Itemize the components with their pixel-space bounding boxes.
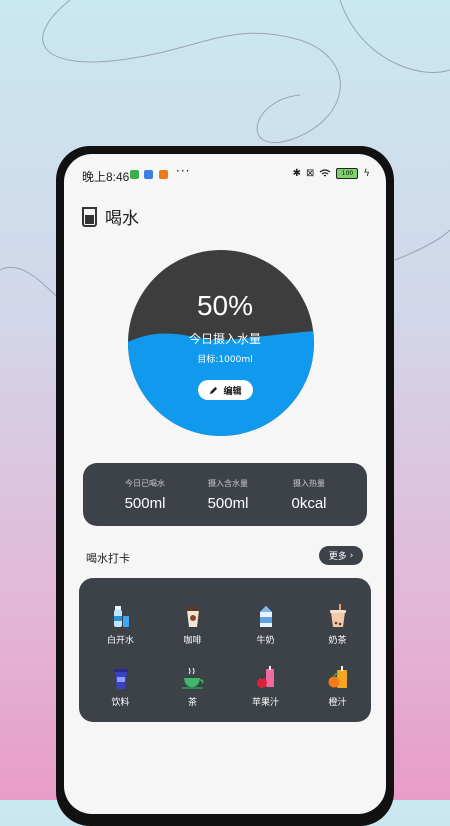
wifi-icon — [320, 169, 331, 177]
no-sim-icon: ⊠ — [306, 168, 315, 179]
drink-name: 咖啡 — [183, 636, 202, 646]
stat-label: 今日已喝水 — [125, 479, 165, 488]
drink-grid: 白开水 咖啡 牛奶 奶茶 饮料 茶 苹果汁 橙汁 — [79, 578, 371, 722]
drink-item-coffee[interactable]: 咖啡 — [156, 598, 229, 658]
drink-item-milk[interactable]: 牛奶 — [229, 598, 302, 658]
drink-item-milk-tea[interactable]: 奶茶 — [301, 598, 374, 658]
edit-goal-button[interactable]: 编辑 — [198, 380, 253, 400]
stat-value: 500ml — [207, 495, 249, 512]
drink-item-tea[interactable]: 茶 — [156, 660, 229, 720]
pencil-icon — [210, 386, 218, 394]
drink-name: 橙汁 — [328, 698, 347, 708]
chevron-right-icon: › — [349, 550, 354, 561]
drink-item-beverage[interactable]: 饮料 — [84, 660, 157, 720]
intake-stats-card: 今日已喝水 500ml 摄入含水量 500ml 摄入热量 0kcal — [83, 463, 367, 526]
edit-label: 编辑 — [223, 386, 242, 397]
gauge-goal: 目标:1000ml — [197, 355, 253, 365]
more-label: 更多 — [328, 552, 347, 562]
stat-label: 摄入含水量 — [208, 479, 248, 488]
milk-carton-icon — [260, 606, 272, 627]
drink-item-water[interactable]: 白开水 — [84, 598, 157, 658]
charging-icon: ϟ — [363, 168, 370, 179]
apple-juice-icon — [257, 666, 274, 688]
app-badge-icon — [144, 170, 153, 179]
drink-name: 茶 — [187, 698, 197, 708]
more-button[interactable]: 更多 › — [319, 546, 363, 565]
gauge-label: 今日摄入水量 — [188, 332, 261, 346]
drink-name: 奶茶 — [328, 636, 347, 646]
wechat-badge-icon — [130, 170, 139, 179]
stat-value: 0kcal — [291, 495, 327, 512]
drink-name: 苹果汁 — [251, 698, 279, 708]
status-icons: ✱ ⊠ 100 ϟ — [293, 168, 370, 179]
coffee-cup-icon — [186, 607, 200, 627]
app-header: 喝水 — [82, 204, 139, 229]
water-bottle-icon — [114, 606, 129, 627]
checkin-title: 喝水打卡 — [86, 552, 130, 565]
drink-name: 饮料 — [111, 698, 130, 708]
milk-tea-icon — [330, 604, 346, 627]
drink-item-apple-juice[interactable]: 苹果汁 — [229, 660, 302, 720]
page-title: 喝水 — [105, 209, 139, 229]
more-notifications-icon: ··· — [176, 164, 191, 178]
stat-value: 500ml — [124, 495, 166, 512]
drink-name: 白开水 — [106, 636, 134, 646]
orange-juice-icon — [328, 666, 347, 688]
drink-name: 牛奶 — [256, 636, 275, 646]
soda-cup-icon — [114, 669, 128, 689]
cup-icon — [82, 206, 97, 227]
mi-badge-icon — [159, 170, 168, 179]
stat-label: 摄入热量 — [293, 479, 325, 488]
status-bar: 晚上8:46 ··· ✱ ⊠ 100 ϟ — [64, 154, 386, 184]
bluetooth-icon: ✱ — [292, 168, 301, 179]
status-time: 晚上8:46 — [82, 170, 130, 184]
gauge-percent: 50% — [196, 290, 254, 321]
app-screen: 晚上8:46 ··· ✱ ⊠ 100 ϟ 喝水 50% 今日摄入水量 目标:10… — [64, 154, 386, 814]
tea-cup-icon — [182, 667, 204, 689]
drink-item-orange-juice[interactable]: 橙汁 — [301, 660, 374, 720]
battery-icon: 100 — [336, 168, 359, 179]
